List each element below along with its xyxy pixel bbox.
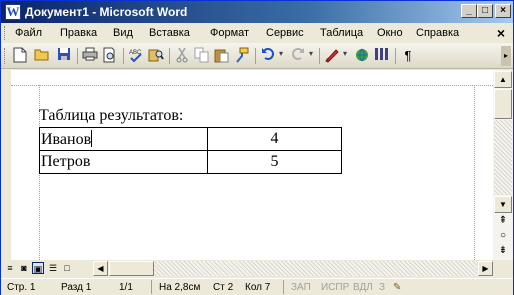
- next-page-icon[interactable]: ⇟: [494, 243, 512, 260]
- toolbar-separator: [77, 48, 78, 64]
- menu-help[interactable]: Справка: [416, 27, 459, 39]
- menu-table[interactable]: Таблица: [320, 27, 363, 39]
- menu-tools[interactable]: Сервис: [266, 27, 304, 39]
- window-title: Документ1 - Microsoft Word: [25, 5, 188, 19]
- status-page: Стр. 1: [7, 282, 36, 293]
- status-mode-track-changes[interactable]: ИСПР: [321, 282, 349, 293]
- menu-view[interactable]: Вид: [113, 27, 133, 39]
- toolbar-separator: [395, 48, 396, 64]
- status-position: На 2,8см: [159, 282, 201, 293]
- table-cell-name[interactable]: Петров: [39, 150, 208, 174]
- scroll-up-icon[interactable]: ▲: [494, 71, 512, 88]
- table-cell-name[interactable]: Иванов: [39, 127, 208, 151]
- text-cursor: [91, 129, 93, 147]
- top-margin-guide: [11, 85, 493, 86]
- status-column: Кол 7: [245, 282, 271, 293]
- table-cell-value[interactable]: 4: [207, 127, 342, 151]
- menu-insert[interactable]: Вставка: [149, 27, 190, 39]
- title-bar[interactable]: W Документ1 - Microsoft Word _ □ ×: [1, 1, 513, 23]
- status-section: Разд 1: [61, 282, 92, 293]
- menu-grip[interactable]: [4, 26, 7, 40]
- standard-toolbar: ABC ▾ ▾ ▾ ¶ ▸: [1, 43, 513, 69]
- vertical-scroll-track[interactable]: [494, 120, 512, 195]
- horizontal-scroll-bar: ≡ ◙ ▣ ☰ □ ◀ ▶: [1, 260, 513, 277]
- document-page[interactable]: Таблица результатов: Иванов 4 Петров 5: [11, 70, 493, 260]
- print-layout-icon[interactable]: ▣: [32, 262, 44, 274]
- toolbar-separator: [255, 48, 256, 64]
- outline-view-icon[interactable]: ☰: [47, 262, 59, 274]
- show-formatting-icon[interactable]: ¶: [399, 47, 417, 65]
- cut-icon[interactable]: [173, 47, 191, 65]
- results-table[interactable]: Иванов 4 Петров 5: [39, 127, 342, 174]
- document-close-icon[interactable]: ×: [497, 25, 505, 41]
- copy-icon[interactable]: [193, 47, 211, 65]
- scroll-left-icon[interactable]: ◀: [93, 261, 108, 276]
- menu-file[interactable]: Файл: [15, 27, 42, 39]
- table-row: Петров 5: [39, 150, 342, 174]
- new-document-icon[interactable]: [11, 47, 29, 65]
- close-button[interactable]: ×: [495, 4, 511, 18]
- format-painter-icon[interactable]: [233, 47, 251, 65]
- document-area: Таблица результатов: Иванов 4 Петров 5: [1, 70, 493, 260]
- cell-text: Иванов: [41, 130, 92, 148]
- minimize-button[interactable]: _: [461, 4, 477, 18]
- table-row: Иванов 4: [39, 127, 342, 151]
- normal-view-icon[interactable]: ≡: [4, 262, 16, 274]
- vertical-ruler: [1, 70, 11, 260]
- status-separator: [283, 280, 284, 294]
- paste-icon[interactable]: [213, 47, 231, 65]
- spelling-icon[interactable]: ABC: [127, 47, 145, 65]
- toolbar-separator: [319, 48, 320, 64]
- scroll-down-icon[interactable]: ▼: [494, 196, 512, 213]
- save-icon[interactable]: [55, 47, 73, 65]
- status-separator: [151, 280, 152, 294]
- undo-icon[interactable]: [259, 47, 277, 65]
- undo-dropdown-icon[interactable]: ▾: [279, 49, 283, 58]
- print-icon[interactable]: [81, 47, 99, 65]
- menu-bar: Файл Правка Вид Вставка Формат Сервис Та…: [1, 23, 513, 43]
- status-mode-record[interactable]: ЗАП: [291, 282, 311, 293]
- print-preview-icon[interactable]: [101, 47, 119, 65]
- toolbar-grip[interactable]: [4, 48, 7, 64]
- maximize-button[interactable]: □: [477, 4, 493, 18]
- drawing-dropdown-icon[interactable]: ▾: [343, 49, 347, 58]
- research-icon[interactable]: [147, 47, 165, 65]
- scroll-right-icon[interactable]: ▶: [478, 261, 493, 276]
- columns-icon[interactable]: [373, 47, 391, 65]
- horizontal-scroll-track[interactable]: [109, 261, 477, 276]
- status-bar: Стр. 1 Разд 1 1/1 На 2,8см Ст 2 Кол 7 ЗА…: [1, 278, 513, 295]
- status-mode-overtype[interactable]: З: [379, 282, 385, 293]
- document-heading[interactable]: Таблица результатов:: [39, 107, 183, 125]
- status-line: Ст 2: [213, 282, 234, 293]
- table-icon[interactable]: [353, 47, 371, 65]
- spelling-status-icon[interactable]: ✎: [393, 282, 401, 293]
- menu-format[interactable]: Формат: [210, 27, 249, 39]
- menu-edit[interactable]: Правка: [60, 27, 97, 39]
- web-layout-icon[interactable]: ◙: [18, 262, 30, 274]
- toolbar-separator: [123, 48, 124, 64]
- menu-window[interactable]: Окно: [377, 27, 403, 39]
- vertical-scrollbar[interactable]: ▲ ▼ ⇞ ○ ⇟: [493, 70, 513, 260]
- status-page-count: 1/1: [119, 282, 133, 293]
- word-window: W Документ1 - Microsoft Word _ □ × Файл …: [0, 0, 514, 295]
- table-cell-value[interactable]: 5: [207, 150, 342, 174]
- horizontal-scroll-thumb[interactable]: [109, 261, 154, 276]
- open-folder-icon[interactable]: [33, 47, 51, 65]
- drawing-icon[interactable]: [323, 47, 341, 65]
- word-app-icon[interactable]: W: [5, 4, 21, 20]
- right-margin-guide: [474, 85, 475, 260]
- status-mode-extend[interactable]: ВДЛ: [353, 282, 373, 293]
- redo-dropdown-icon[interactable]: ▾: [309, 49, 313, 58]
- toolbar-separator: [169, 48, 170, 64]
- reading-layout-icon[interactable]: □: [61, 262, 73, 274]
- vertical-scroll-thumb[interactable]: [494, 89, 512, 119]
- toolbar-overflow-icon[interactable]: ▸: [501, 46, 511, 66]
- redo-icon[interactable]: [289, 47, 307, 65]
